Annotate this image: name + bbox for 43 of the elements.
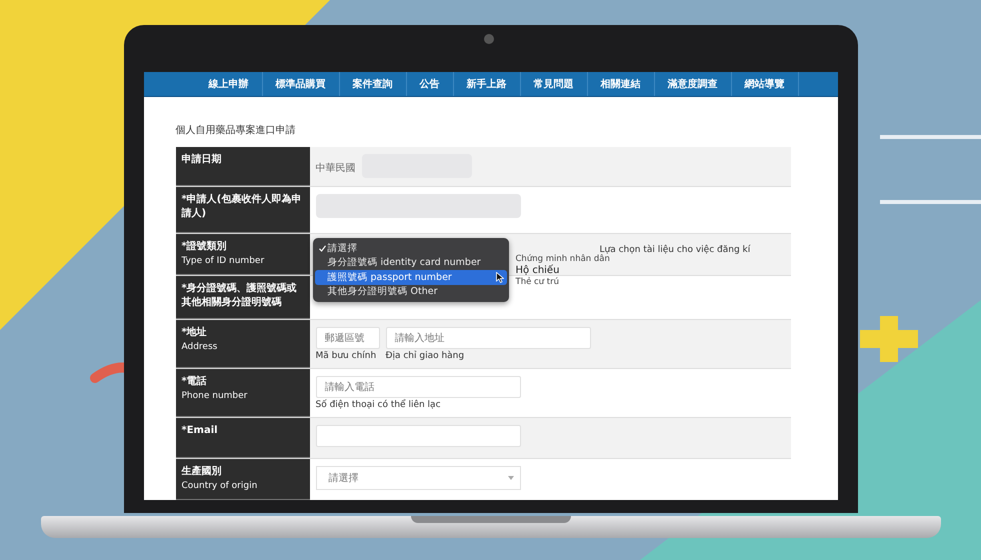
mouse-pointer-icon (496, 272, 504, 283)
dropdown-option[interactable]: 護照號碼 passport number (314, 270, 506, 284)
field-label-english: Country of origin (182, 480, 258, 493)
field-label: *地址 (182, 327, 207, 338)
prefix-text: 中華民國 (316, 162, 356, 175)
annotation-text: Chứng minh nhân dân (516, 254, 610, 264)
field-label-english: Address (182, 341, 218, 354)
dropdown-option[interactable]: 其他身分證明號碼 Other (314, 284, 506, 299)
nav-link[interactable]: 案件查詢 (340, 72, 406, 96)
nav-link[interactable]: 滿意度調查 (654, 72, 732, 96)
nav-link[interactable]: 線上申辦 (196, 72, 262, 96)
input-field[interactable]: 請輸入電話 (316, 376, 520, 398)
nav-link[interactable]: 新手上路 (454, 72, 520, 96)
annotation-text: Hộ chiếu (516, 265, 560, 276)
webcam-dot (484, 34, 494, 44)
page-title: 個人自用藥品專案進口申請 (176, 124, 296, 137)
field-label: *Email (176, 418, 310, 458)
input-field[interactable] (316, 425, 520, 447)
annotation-text: Mã bưu chính (316, 351, 378, 361)
field-label: 生產國別 (182, 466, 222, 477)
input-field[interactable]: 郵遞區號 (316, 327, 380, 349)
nav-link[interactable]: 標準品購買 (262, 72, 340, 96)
nav-link[interactable]: 常見問題 (520, 72, 588, 96)
caret-icon (508, 476, 514, 480)
field-label: *申請人(包裹收件人即為申請人) (176, 187, 310, 233)
field-label: 申請日期 (176, 147, 310, 186)
nav-link[interactable]: 相關連結 (588, 72, 654, 96)
dropdown-option[interactable]: 身分證號碼 identity card number (314, 256, 506, 270)
annotation-text: Địa chỉ giao hàng (386, 351, 466, 361)
input-field[interactable]: 請輸入地址 (386, 327, 590, 349)
field-label-english: Type of ID number (182, 255, 266, 268)
dropdown-option[interactable]: 請選擇 (314, 241, 506, 256)
field-label: *電話 (182, 376, 207, 387)
nav-link[interactable]: 網站導覽 (732, 72, 798, 96)
annotation-text: Thẻ cư trú (516, 277, 560, 287)
field-label-english: Phone number (182, 390, 248, 403)
annotation-text: Lựa chọn tài liệu cho việc đăng kí (600, 245, 750, 255)
field-label: *身分證號碼、護照號碼或其他相關身分證明號碼 (176, 276, 310, 319)
select-field[interactable]: 請選擇 (316, 466, 520, 490)
annotation-text: Số điện thoại có thể liên lạc (316, 400, 442, 410)
plus-shape (860, 316, 918, 362)
field-label: *證號類別 (182, 241, 227, 252)
nav-link[interactable]: 公告 (406, 72, 454, 96)
